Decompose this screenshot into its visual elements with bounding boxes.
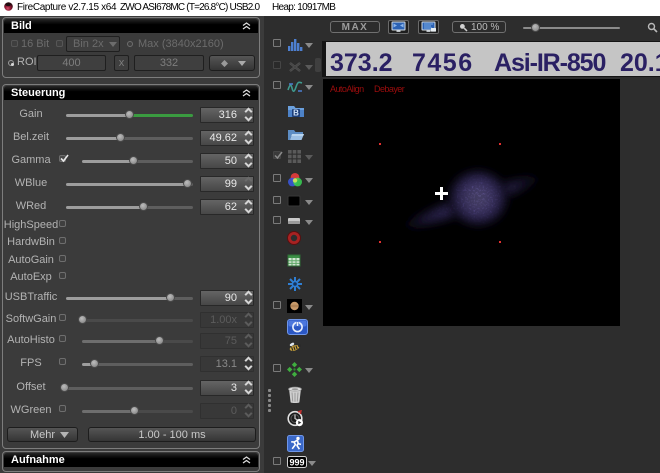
svg-text:B: B [293,109,299,118]
svg-text:999: 999 [289,458,304,468]
